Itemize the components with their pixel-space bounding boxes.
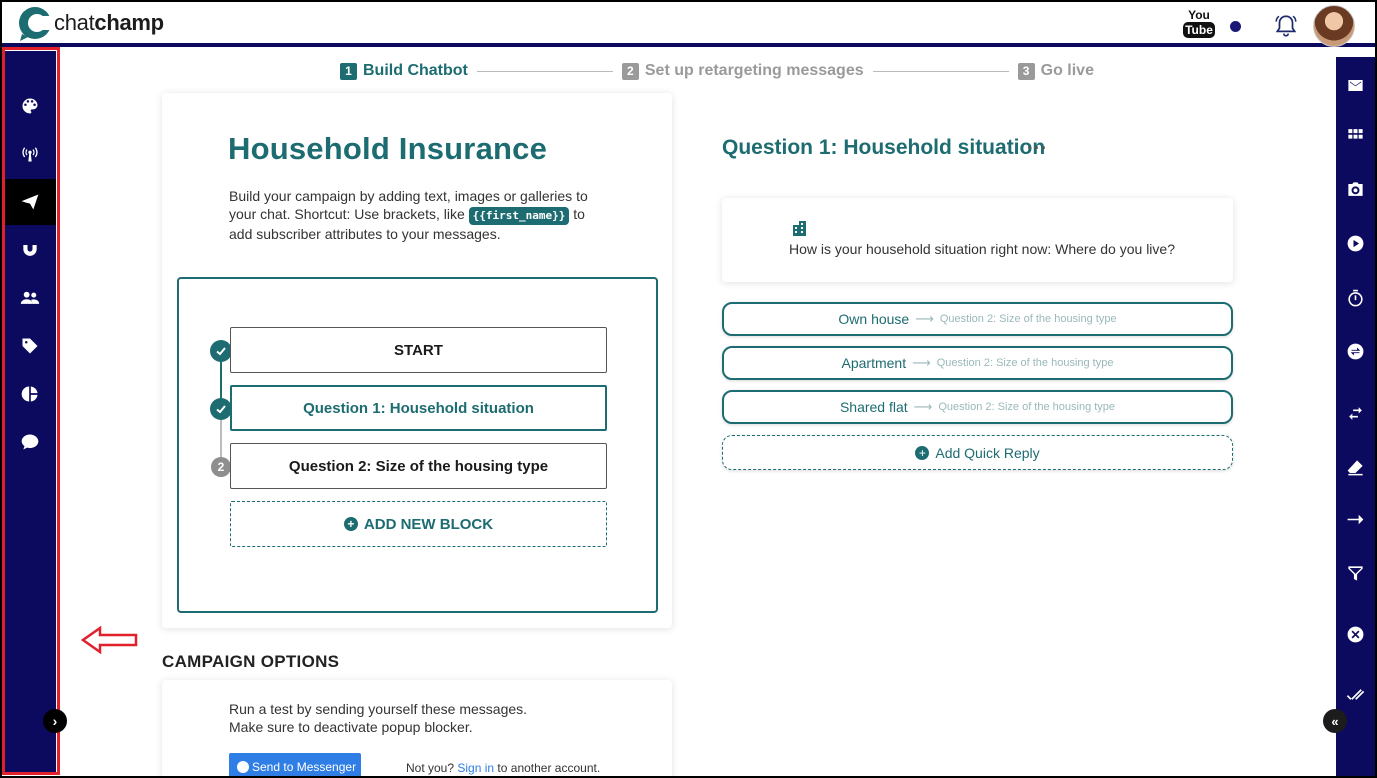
campaign-card: Household Insurance Build your campaign … [162, 93, 672, 628]
progress-stepper: 1 Build Chatbot 2 Set up retargeting messa… [340, 62, 1094, 80]
chat-bubble-icon[interactable] [4, 419, 56, 465]
block-question-2[interactable]: Question 2: Size of the housing type [230, 443, 607, 489]
timer-icon[interactable] [1336, 278, 1375, 318]
campaign-options-heading: CAMPAIGN OPTIONS [162, 652, 340, 671]
annotation-arrow-icon [80, 625, 138, 655]
check-icon [210, 340, 232, 362]
play-icon[interactable] [1336, 223, 1375, 263]
filter-icon[interactable] [1336, 553, 1375, 593]
step-build-chatbot[interactable]: 1 Build Chatbot [340, 62, 468, 80]
pie-chart-icon[interactable] [4, 371, 56, 417]
add-quick-reply-button[interactable]: + Add Quick Reply [722, 435, 1233, 470]
step-divider [476, 70, 613, 72]
chatchamp-logo[interactable]: chatchamp [16, 4, 164, 42]
quick-reply-apartment[interactable]: Apartment ⟶ Question 2: Size of the housin… [722, 346, 1233, 380]
broadcast-icon[interactable] [4, 131, 56, 177]
arrows-icon[interactable] [1336, 393, 1375, 433]
step-retargeting[interactable]: 2 Set up retargeting messages [621, 62, 864, 80]
arrow-right-icon: ⟶ [912, 355, 931, 370]
send-to-messenger-button[interactable]: Send to Messenger [229, 753, 361, 778]
palette-icon[interactable] [4, 83, 56, 129]
add-new-block-button[interactable]: + ADD NEW BLOCK [230, 501, 607, 547]
campaign-options-card: Run a test by sending yourself these mes… [162, 680, 672, 778]
grid-icon[interactable] [1336, 115, 1375, 155]
double-check-icon[interactable] [1336, 675, 1375, 715]
logo-text: chatchamp [54, 10, 164, 35]
youtube-icon[interactable]: You Tube [1183, 8, 1215, 44]
left-sidebar [4, 51, 56, 774]
account-switch-text: Not you? Sign in to another account. [406, 761, 601, 775]
step-divider [872, 70, 1009, 72]
messenger-icon [237, 761, 249, 773]
bell-icon[interactable] [1273, 13, 1299, 39]
more-options-icon[interactable]: ··· [1027, 138, 1048, 159]
first-name-chip: {{first_name}} [468, 207, 570, 225]
question-title[interactable]: Question 1: Household situation [722, 136, 1045, 160]
plus-icon: + [343, 517, 358, 531]
swap-icon[interactable] [1336, 331, 1375, 371]
tag-icon[interactable] [4, 323, 56, 369]
camera-icon[interactable] [1336, 169, 1375, 209]
logo-mark-icon [19, 7, 52, 41]
block-start[interactable]: START [230, 327, 607, 373]
eraser-icon[interactable] [1336, 447, 1375, 487]
people-icon[interactable] [4, 275, 56, 321]
close-circle-icon[interactable] [1336, 614, 1375, 654]
expand-sidebar-icon[interactable]: › [43, 709, 67, 733]
quick-reply-shared-flat[interactable]: Shared flat ⟶ Question 2: Size of the hous… [722, 390, 1233, 424]
check-icon [210, 398, 232, 420]
arrow-right-icon[interactable] [1336, 499, 1375, 539]
magnet-icon[interactable] [4, 227, 56, 273]
campaign-title: Household Insurance [228, 131, 548, 166]
collapse-panel-icon[interactable]: « [1323, 709, 1347, 733]
user-avatar[interactable] [1313, 5, 1355, 47]
plus-icon: + [915, 445, 930, 460]
arrow-right-icon: ⟶ [915, 311, 934, 326]
step-number-badge: 2 [211, 457, 231, 477]
sign-in-link[interactable]: Sign in [457, 761, 494, 775]
step-go-live[interactable]: 3 Go live [1017, 62, 1094, 80]
block-question-1[interactable]: Question 1: Household situation [230, 385, 607, 431]
top-bar: chatchamp You Tube [0, 0, 1377, 47]
mail-icon[interactable] [1336, 65, 1375, 105]
arrow-right-icon: ⟶ [913, 399, 933, 414]
campaign-description: Build your campaign by adding text, imag… [229, 188, 588, 242]
test-instructions: Run a test by sending yourself these mes… [229, 701, 528, 735]
question-message-card[interactable]: How is your household situation right no… [722, 198, 1233, 282]
right-sidebar [1336, 57, 1375, 776]
quick-reply-own-house[interactable]: Own house ⟶ Question 2: Size of the housin… [722, 302, 1233, 336]
status-dot [1230, 20, 1241, 32]
building-icon [793, 221, 806, 236]
send-icon[interactable] [4, 179, 56, 225]
block-flow: START Question 1: Household situation 2 … [177, 277, 658, 613]
question-text: How is your household situation right no… [789, 241, 1175, 257]
